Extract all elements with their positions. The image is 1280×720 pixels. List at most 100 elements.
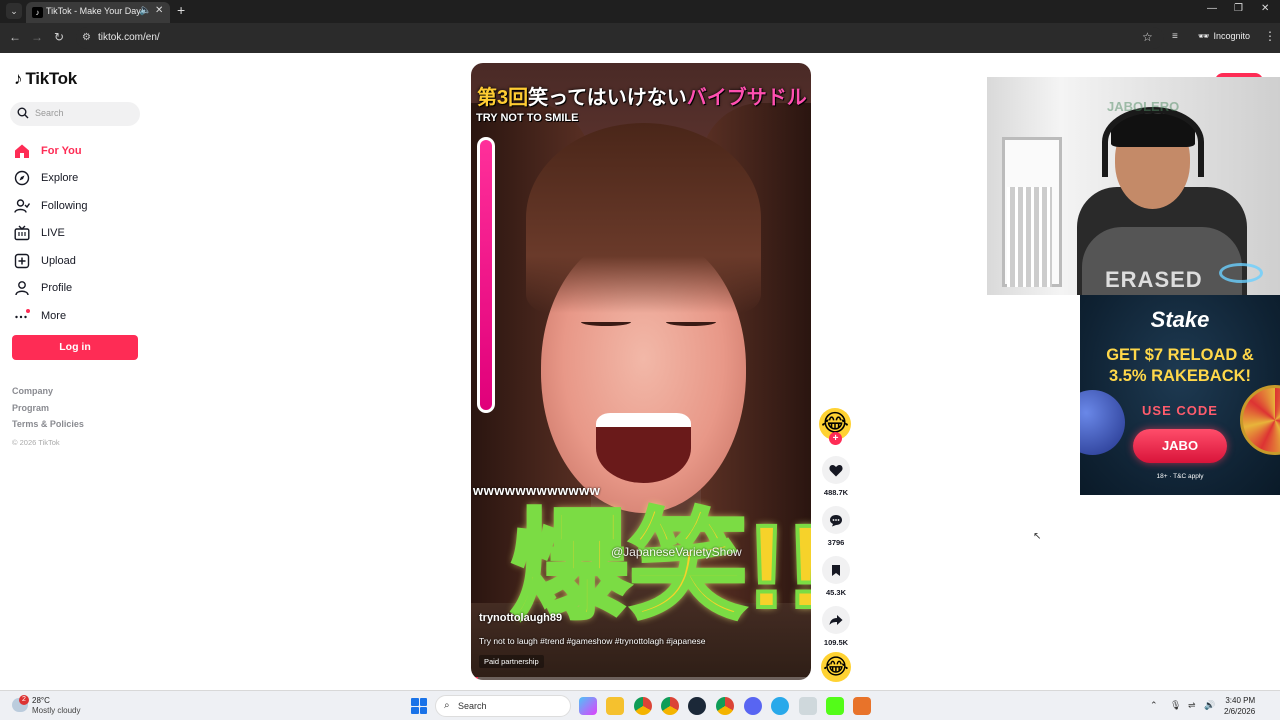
file-explorer-icon[interactable] [606,697,624,715]
close-tab-icon[interactable]: ✕ [155,5,163,16]
maximize-icon[interactable]: ❐ [1234,3,1243,14]
sidebar-item-label: LIVE [41,227,65,240]
creator-avatar[interactable]: 😂 + [819,408,851,445]
sidebar-item-upload[interactable]: Upload [14,247,87,275]
clock-date: 2/6/2026 [1224,707,1256,716]
webcam-ring-light [1219,263,1263,283]
copyright-text: © 2026 TikTok [12,437,60,447]
sidebar-item-profile[interactable]: Profile [14,275,87,303]
weather-widget[interactable]: 2 28°C Mostly cloudy [12,695,102,717]
weather-badge: 2 [19,695,29,705]
live-icon [14,225,30,241]
speaker-icon[interactable]: 🔈 [139,5,151,16]
music-disc-icon[interactable]: 😂 [821,652,851,682]
following-icon [14,199,30,213]
tiktok-favicon-icon: ♪ [32,7,43,18]
streaming-app-icon[interactable] [853,697,871,715]
banner-accent: バイブサドル [686,87,807,109]
url-field[interactable]: ⚙ tiktok.com/en/ [76,27,1164,49]
paid-partnership-label: Paid partnership [479,655,544,668]
discord-icon[interactable] [744,697,762,715]
sidebar-item-live[interactable]: LIVE [14,220,87,248]
tray-overflow-icon[interactable]: ⌃ [1150,700,1158,711]
search-input[interactable]: Search [10,102,140,126]
close-window-icon[interactable]: ✕ [1261,3,1269,14]
video-frame-mouth [596,413,691,483]
ad-ball-graphic [1080,390,1125,455]
back-icon[interactable]: ← [9,30,21,44]
streamer-webcam-overlay: ERASED JABOLERO [987,77,1280,295]
reload-icon[interactable]: ↻ [54,30,64,44]
login-button[interactable]: Log in [12,335,138,360]
stake-headline: GET $7 RELOAD & 3.5% RAKEBACK! [1080,345,1280,387]
sidebar-item-following[interactable]: Following [14,192,87,220]
footer-link-terms[interactable]: Terms & Policies [12,419,84,436]
tiktok-note-icon: ♪ [14,69,23,88]
clock-time: 3:40 PM [1225,696,1256,705]
video-progress-bar[interactable] [471,677,811,680]
mouse-cursor-icon: ↖ [1033,531,1042,542]
telegram-icon[interactable] [771,697,789,715]
logo-text: TikTok [25,69,78,88]
bookmark-icon [832,564,840,576]
browser-tab-bar: ⌄ ♪ TikTok - Make Your Day 🔈 ✕ + — ❐ ✕ [0,0,1280,23]
video-caption[interactable]: Try not to laugh #trend #gameshow #tryno… [479,636,706,646]
laugh-caption: wwwwwwwwwwww [473,483,601,498]
chrome-incognito-icon[interactable] [716,697,734,715]
network-icon[interactable]: ⇌ [1188,700,1196,711]
volume-icon[interactable]: 🔊 [1204,700,1215,711]
laugh-meter-fill [480,140,492,410]
stake-code-badge: JABO [1133,429,1227,463]
sidebar-item-label: For You [41,144,82,157]
sidebar-item-for-you[interactable]: For You [14,137,87,165]
bookmark-star-icon[interactable]: ☆ [1142,30,1153,44]
follow-plus-icon[interactable]: + [829,432,842,445]
copilot-icon[interactable] [579,697,597,715]
video-progress-fill [471,677,478,680]
windows-start-icon[interactable] [411,698,427,714]
reading-list-icon[interactable]: ≡ [1172,31,1178,42]
comment-button[interactable] [822,506,850,534]
search-placeholder: Search [35,108,64,118]
sidebar-item-label: Explore [41,172,79,185]
incognito-indicator[interactable]: 🕶 Incognito [1198,31,1250,42]
save-button[interactable] [822,556,850,584]
like-button[interactable] [822,456,850,484]
chrome-icon[interactable] [634,697,652,715]
taskbar-search-input[interactable]: ⌕ Search [435,695,571,717]
forward-icon[interactable]: → [31,30,43,44]
video-subtitle: TRY NOT TO SMILE [476,112,579,124]
snipping-tool-icon[interactable] [799,697,817,715]
taskbar-clock[interactable]: 3:40 PM 2/6/2026 [1224,695,1255,717]
site-info-icon[interactable]: ⚙ [82,32,91,43]
sidebar-item-label: Following [41,199,88,212]
microphone-icon[interactable]: 🎙 [1170,700,1181,711]
video-frame-bangs [526,123,761,313]
incognito-label: Incognito [1213,31,1250,41]
webcam-shirt-text: ERASED [1105,267,1203,292]
tab-list-button[interactable]: ⌄ [6,3,22,19]
footer-link-company[interactable]: Company [12,386,84,403]
browser-menu-icon[interactable]: ⋮ [1264,29,1276,43]
video-author[interactable]: trynottolaugh89 [479,612,562,624]
sidebar-item-explore[interactable]: Explore [14,165,87,193]
minimize-icon[interactable]: — [1207,3,1217,14]
heart-icon [829,464,843,476]
tiktok-logo[interactable]: ♪ TikTok [14,69,77,89]
laugh-meter [477,137,495,413]
share-button[interactable] [822,606,850,634]
stake-terms: 18+ · T&C apply [1156,473,1204,480]
sidebar-item-label: More [41,309,67,322]
ad-roulette-graphic [1240,385,1280,455]
tab-title: TikTok - Make Your Day [46,6,141,16]
video-player[interactable]: 第3回笑ってはいけないバイブサドル TRY NOT TO SMILE wwwww… [471,63,811,680]
steam-icon[interactable] [688,697,706,715]
sidebar-item-more[interactable]: More [14,302,87,330]
incognito-icon: 🕶 [1198,31,1210,41]
browser-tab[interactable]: ♪ TikTok - Make Your Day 🔈 ✕ [26,2,170,23]
kick-icon[interactable] [826,697,844,715]
new-tab-button[interactable]: + [177,2,185,18]
chrome-profile-icon[interactable] [661,697,679,715]
footer-link-program[interactable]: Program [12,403,84,420]
profile-icon [15,281,29,296]
